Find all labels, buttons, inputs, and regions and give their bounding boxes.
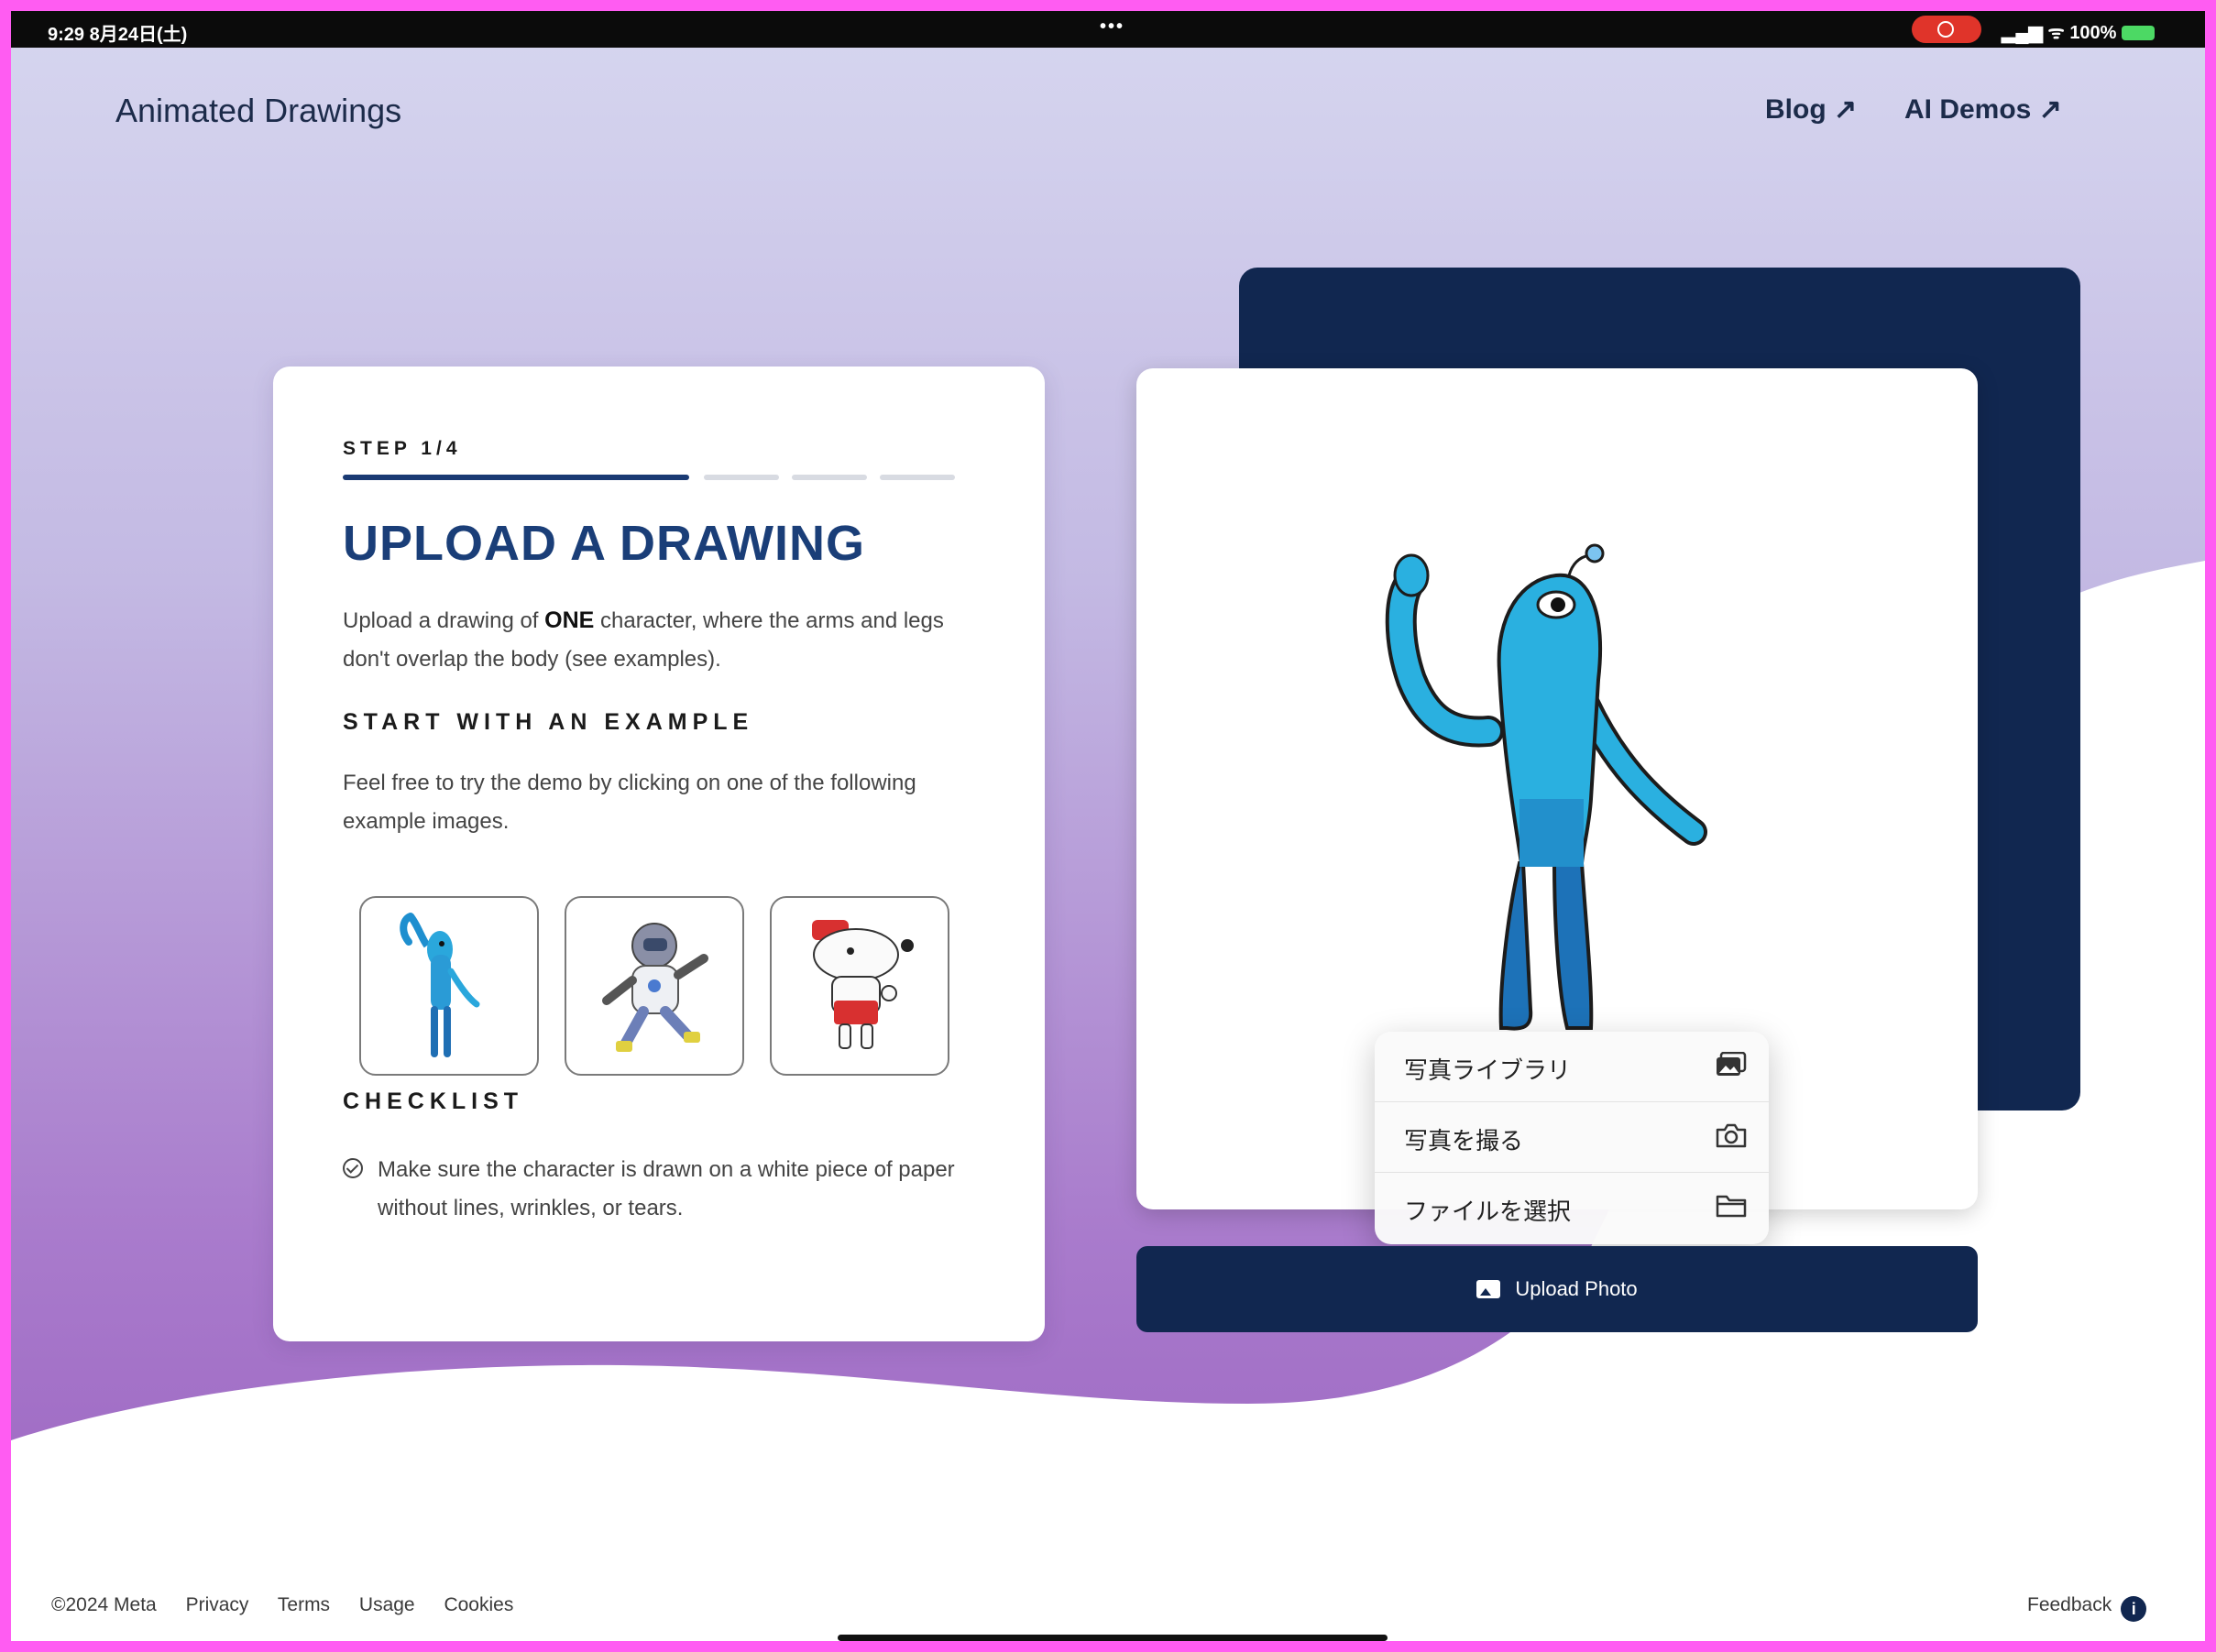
upload-photo-label: Upload Photo: [1515, 1277, 1638, 1300]
example-thumbnail-blue-character[interactable]: [359, 896, 539, 1076]
dog-character-image: [812, 920, 914, 1049]
multitask-dots[interactable]: •••: [1100, 16, 1124, 38]
menu-item-take-photo[interactable]: 写真を撮る: [1375, 1102, 1769, 1173]
check-circle-icon: [343, 1158, 363, 1178]
photo-library-icon: [1717, 1052, 1747, 1076]
screen-record-indicator: [1912, 16, 1981, 43]
progress-segment: [792, 475, 867, 480]
status-time: 9:29 8月24日(土): [48, 25, 188, 45]
step-card: STEP 1/4 UPLOAD A DRAWING Upload a drawi…: [273, 367, 1045, 1341]
checklist-item: Make sure the character is drawn on a wh…: [343, 1151, 1003, 1228]
file-picker-menu: 写真ライブラリ 写真を撮る ファイルを選択: [1375, 1032, 1769, 1244]
app-title[interactable]: Animated Drawings: [115, 92, 401, 130]
screen: 9:29 8月24日(土) ••• ▂▄▆ ᯤ 100% Animated Dr…: [11, 11, 2205, 1641]
feedback-button[interactable]: Feedback i: [2027, 1594, 2147, 1622]
astronaut-image: [602, 923, 708, 1052]
checklist-item-text: Make sure the character is drawn on a wh…: [378, 1157, 955, 1220]
camera-icon: [1716, 1123, 1747, 1148]
menu-item-label: 写真を撮る: [1404, 1127, 1524, 1154]
step-label: STEP 1/4: [343, 438, 462, 459]
blog-link[interactable]: Blog ↗: [1765, 93, 1857, 126]
example-thumbnail-astronaut[interactable]: [565, 896, 744, 1076]
footer-link-cookies[interactable]: Cookies: [444, 1594, 513, 1615]
example-description: Feel free to try the demo by clicking on…: [343, 771, 916, 834]
ai-demos-link[interactable]: AI Demos ↗: [1904, 93, 2062, 126]
menu-item-label: ファイルを選択: [1404, 1198, 1572, 1225]
status-right: ▂▄▆ ᯤ 100%: [2002, 19, 2156, 44]
status-bar: 9:29 8月24日(土) ••• ▂▄▆ ᯤ 100%: [11, 11, 2205, 48]
progress-segment-active: [343, 475, 689, 480]
footer-links: ©2024 Meta Privacy Terms Usage Cookies: [51, 1594, 537, 1616]
image-icon: [1476, 1280, 1501, 1298]
checklist-heading: CHECKLIST: [343, 1089, 524, 1114]
copyright: ©2024 Meta: [51, 1594, 157, 1615]
footer-link-usage[interactable]: Usage: [359, 1594, 415, 1615]
example-heading: START WITH AN EXAMPLE: [343, 709, 754, 735]
progress-segment: [880, 475, 955, 480]
home-indicator[interactable]: [838, 1635, 1388, 1641]
upload-photo-button[interactable]: Upload Photo: [1136, 1246, 1978, 1332]
folder-icon: [1716, 1195, 1747, 1218]
menu-item-photo-library[interactable]: 写真ライブラリ: [1375, 1032, 1769, 1102]
battery-percent: 100%: [2069, 23, 2117, 43]
card-description: Upload a drawing of ONE character, where…: [343, 607, 944, 672]
menu-item-label: 写真ライブラリ: [1404, 1056, 1572, 1084]
info-icon: i: [2121, 1596, 2147, 1622]
battery-icon: [2122, 26, 2156, 40]
blue-character-image: [400, 913, 480, 1057]
example-thumbnail-dog[interactable]: [770, 896, 949, 1076]
footer-link-privacy[interactable]: Privacy: [186, 1594, 249, 1615]
menu-item-choose-file[interactable]: ファイルを選択: [1375, 1173, 1769, 1242]
footer-link-terms[interactable]: Terms: [278, 1594, 330, 1615]
progress-segment: [704, 475, 779, 480]
feedback-label: Feedback: [2027, 1594, 2112, 1615]
card-title: UPLOAD A DRAWING: [343, 516, 865, 571]
